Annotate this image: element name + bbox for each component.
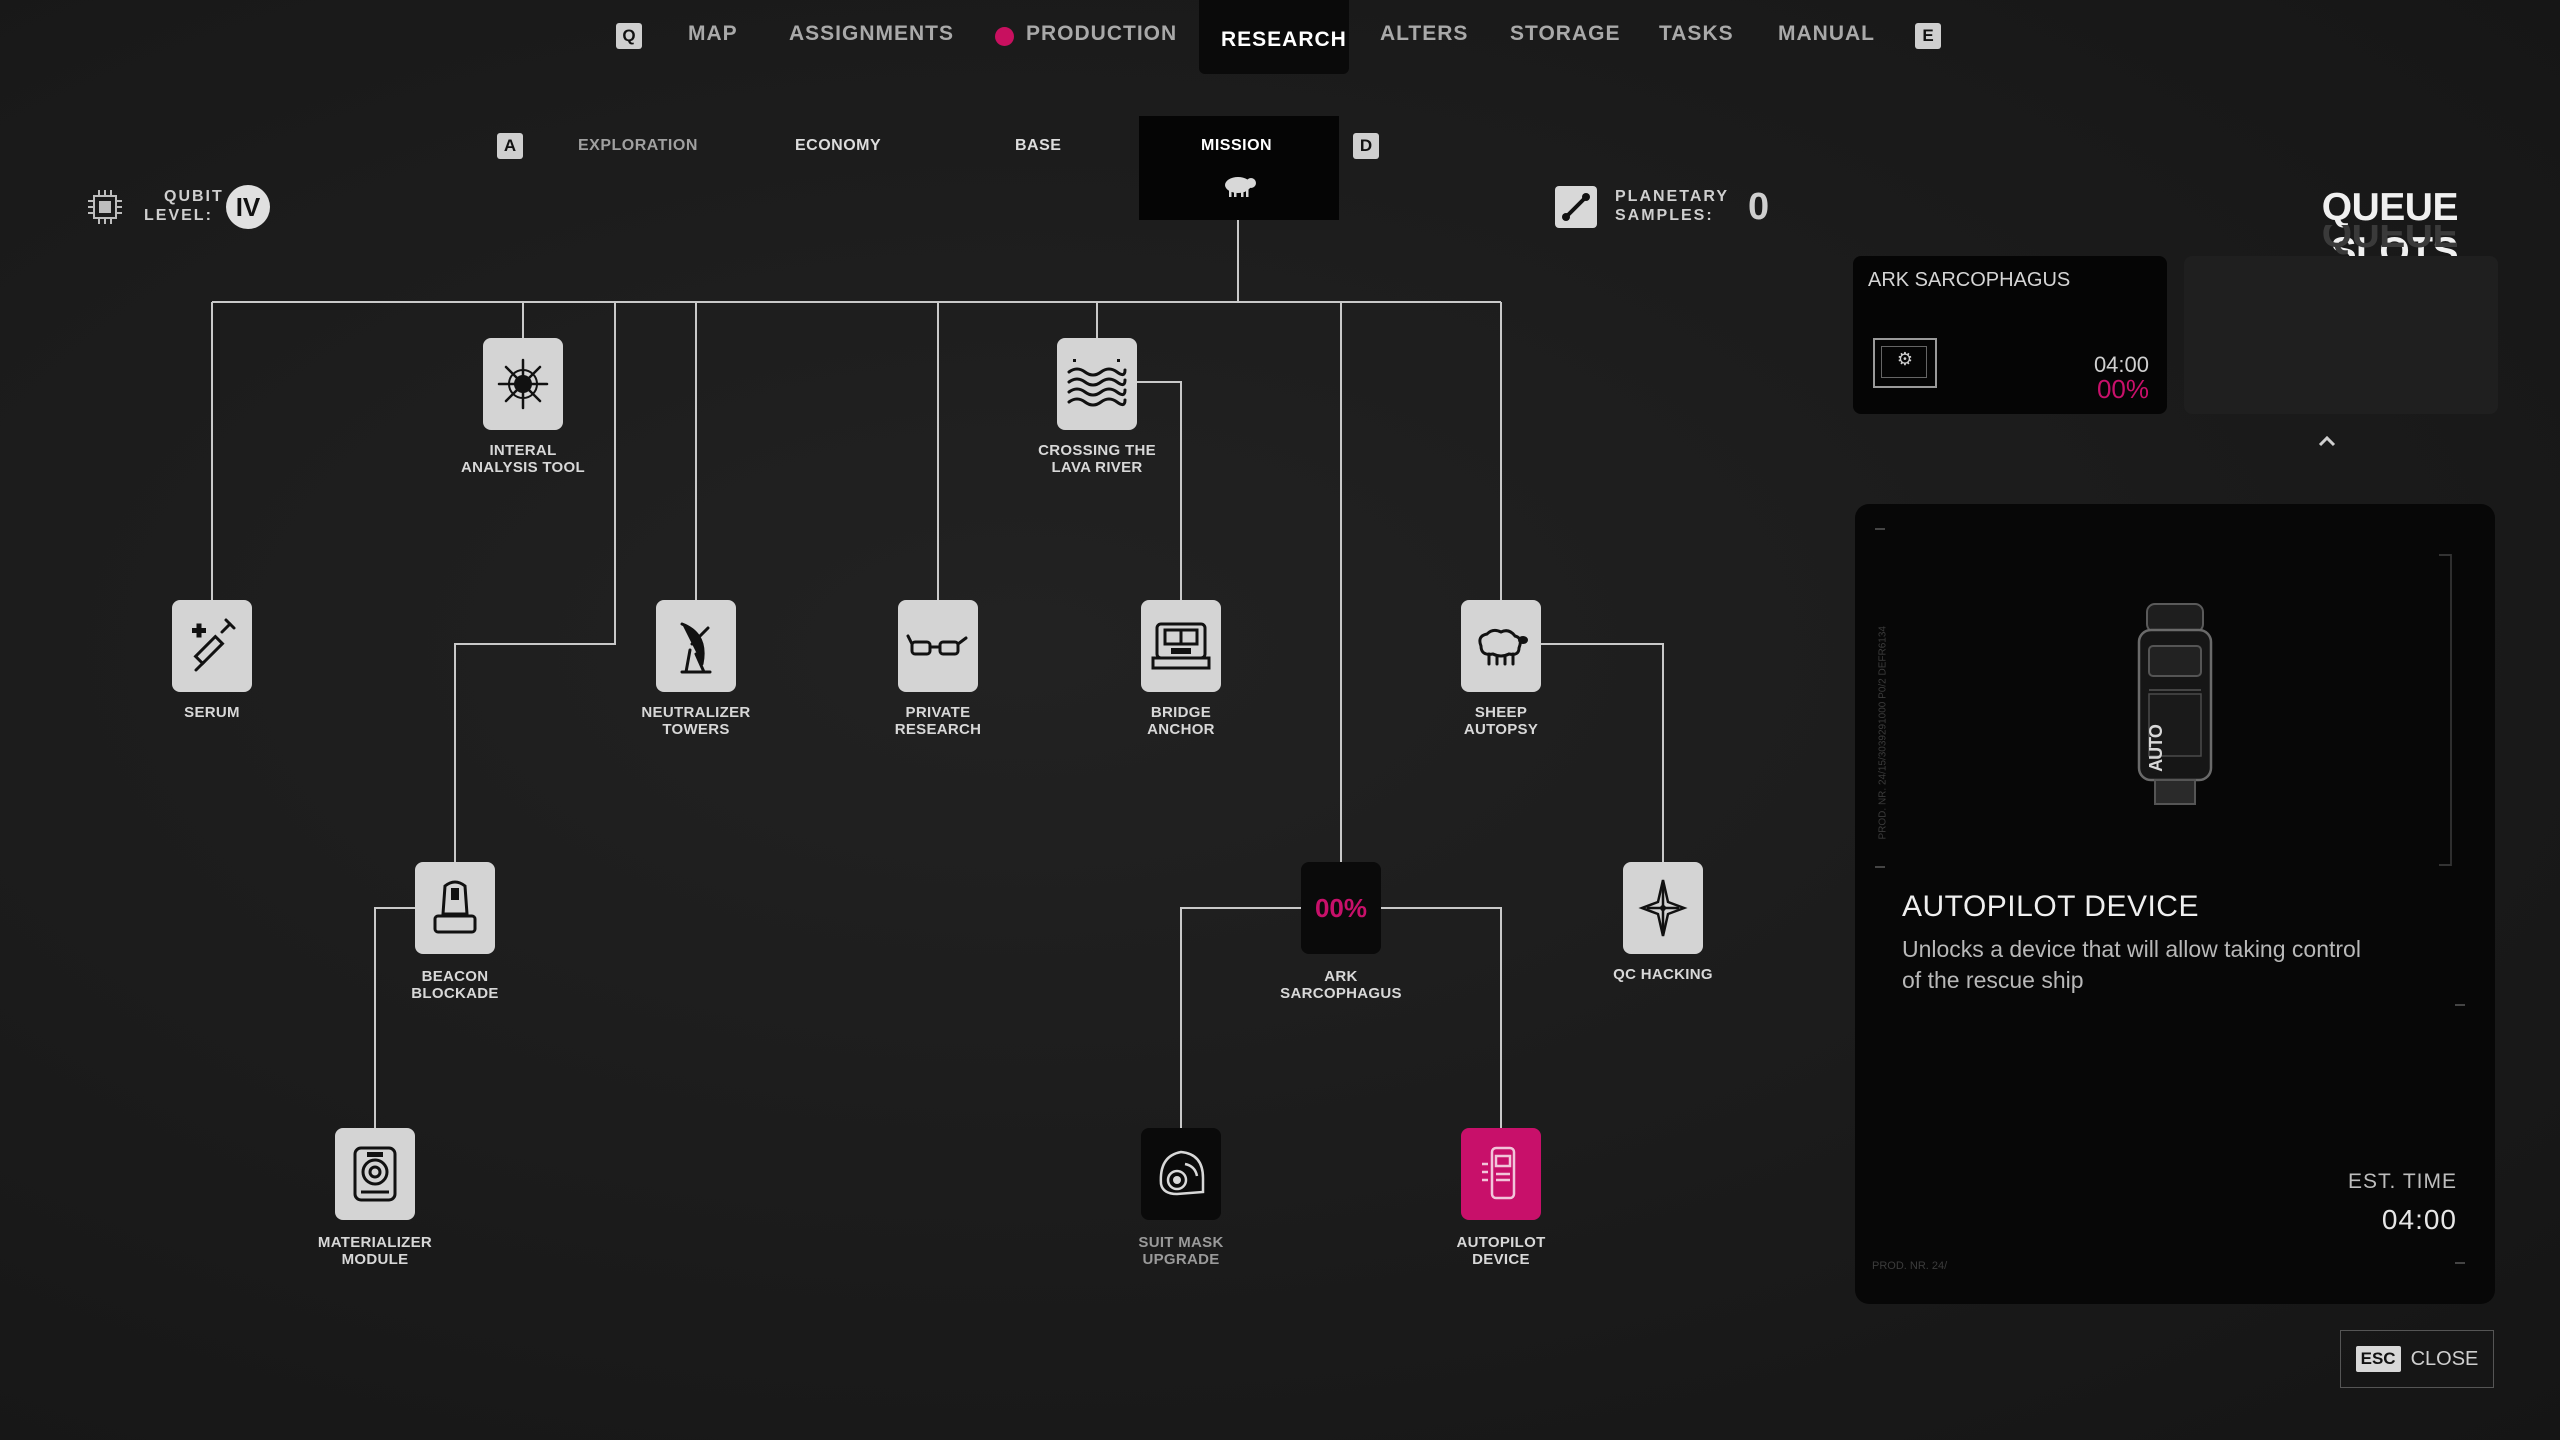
waves-icon xyxy=(1067,359,1127,407)
frame-tick xyxy=(2439,554,2451,556)
node-materializer-module[interactable] xyxy=(335,1128,415,1220)
speaker-module-icon xyxy=(353,1146,397,1202)
gear-screen-icon: ⚙ xyxy=(1873,338,1937,388)
node-label-private-research: PRIVATE RESEARCH xyxy=(894,704,982,738)
est-time-label: EST. TIME xyxy=(2348,1170,2457,1193)
node-bridge-anchor[interactable] xyxy=(1141,600,1221,692)
syringe-icon xyxy=(192,618,236,672)
node-private-research[interactable] xyxy=(898,600,978,692)
node-ark-sarcophagus[interactable]: 00% xyxy=(1301,862,1381,954)
device-brand-text: AUTO xyxy=(2145,725,2166,772)
node-label-bridge-anchor: BRIDGE ANCHOR xyxy=(1147,704,1215,738)
beacon-icon xyxy=(433,880,477,934)
node-serum[interactable] xyxy=(172,600,252,692)
anchor-machine-icon xyxy=(1151,622,1211,670)
node-qc-hacking[interactable] xyxy=(1623,862,1703,954)
helmet-icon xyxy=(1159,1150,1205,1196)
node-sheep-autopsy[interactable] xyxy=(1461,600,1541,692)
autopilot-device-image xyxy=(2137,603,2213,805)
queue-slot-1[interactable]: ARK SARCOPHAGUS ⚙ 04:00 00% xyxy=(1853,256,2167,414)
node-autopilot-device[interactable] xyxy=(1461,1128,1541,1220)
node-label-sheep-autopsy: SHEEP AUTOPSY xyxy=(1463,704,1539,738)
queue-slot-progress: 00% xyxy=(2096,374,2149,404)
chevron-up-icon[interactable] xyxy=(2316,434,2338,448)
est-time-value: 04:00 xyxy=(2381,1204,2457,1235)
node-label-qc-hacking: QC HACKING xyxy=(1613,966,1713,983)
node-label-autopilot-device: AUTOPILOT DEVICE xyxy=(1456,1234,1546,1268)
node-label-beacon-blockade: BEACON BLOCKADE xyxy=(411,968,499,1002)
starburst-icon xyxy=(497,358,549,410)
detail-description: Unlocks a device that will allow taking … xyxy=(1902,936,2361,993)
node-beacon-blockade[interactable] xyxy=(415,862,495,954)
frame-tick xyxy=(2455,1004,2465,1006)
autopilot-icon xyxy=(1482,1146,1516,1200)
node-label-interal-analysis-tool: INTERAL ANALYSIS TOOL xyxy=(461,442,585,476)
research-detail-panel: PROD. NR. 24/15/3039291000 P0/2 DEFR6134… xyxy=(1855,504,2495,1304)
side-serial-text: PROD. NR. 24/15/3039291000 P0/2 DEFR6134 xyxy=(1877,626,1889,840)
queue-slot-name: ARK SARCOPHAGUS xyxy=(1868,269,2071,291)
node-label-materializer-module: MATERIALIZER MODULE xyxy=(317,1234,433,1268)
node-label-serum: SERUM xyxy=(184,704,240,721)
frame-tick xyxy=(1875,866,1885,868)
satellite-dish-icon xyxy=(680,622,712,674)
node-interal-analysis-tool[interactable] xyxy=(483,338,563,430)
queue-slot-2-empty[interactable] xyxy=(2184,256,2498,414)
frame-rail xyxy=(2450,554,2452,866)
frame-tick xyxy=(2439,864,2451,866)
node-suit-mask-upgrade[interactable] xyxy=(1141,1128,1221,1220)
sheep-icon xyxy=(1478,628,1528,666)
node-label-ark-sarcophagus: ARK SARCOPHAGUS xyxy=(1280,968,1402,1002)
frame-tick xyxy=(2455,1262,2465,1264)
close-label: CLOSE xyxy=(2410,1347,2479,1370)
detail-title: AUTOPILOT DEVICE xyxy=(1902,890,2199,923)
node-label-neutralizer-towers: NEUTRALIZER TOWERS xyxy=(641,704,751,738)
node-label-crossing-the-lava-river: CROSSING THE LAVA RIVER xyxy=(1038,442,1156,476)
node-progress-value: 00% xyxy=(1314,892,1368,923)
node-crossing-the-lava-river[interactable] xyxy=(1057,338,1137,430)
glasses-icon xyxy=(906,634,968,656)
node-neutralizer-towers[interactable] xyxy=(656,600,736,692)
bottom-serial-text: PROD. NR. 24/ xyxy=(1872,1260,1948,1272)
esc-key: ESC xyxy=(2355,1346,2401,1372)
node-label-suit-mask-upgrade: SUIT MASK UPGRADE xyxy=(1138,1234,1224,1268)
compass-star-icon xyxy=(1638,879,1688,937)
frame-tick xyxy=(1875,528,1885,530)
close-button[interactable]: ESC CLOSE xyxy=(2340,1330,2494,1388)
